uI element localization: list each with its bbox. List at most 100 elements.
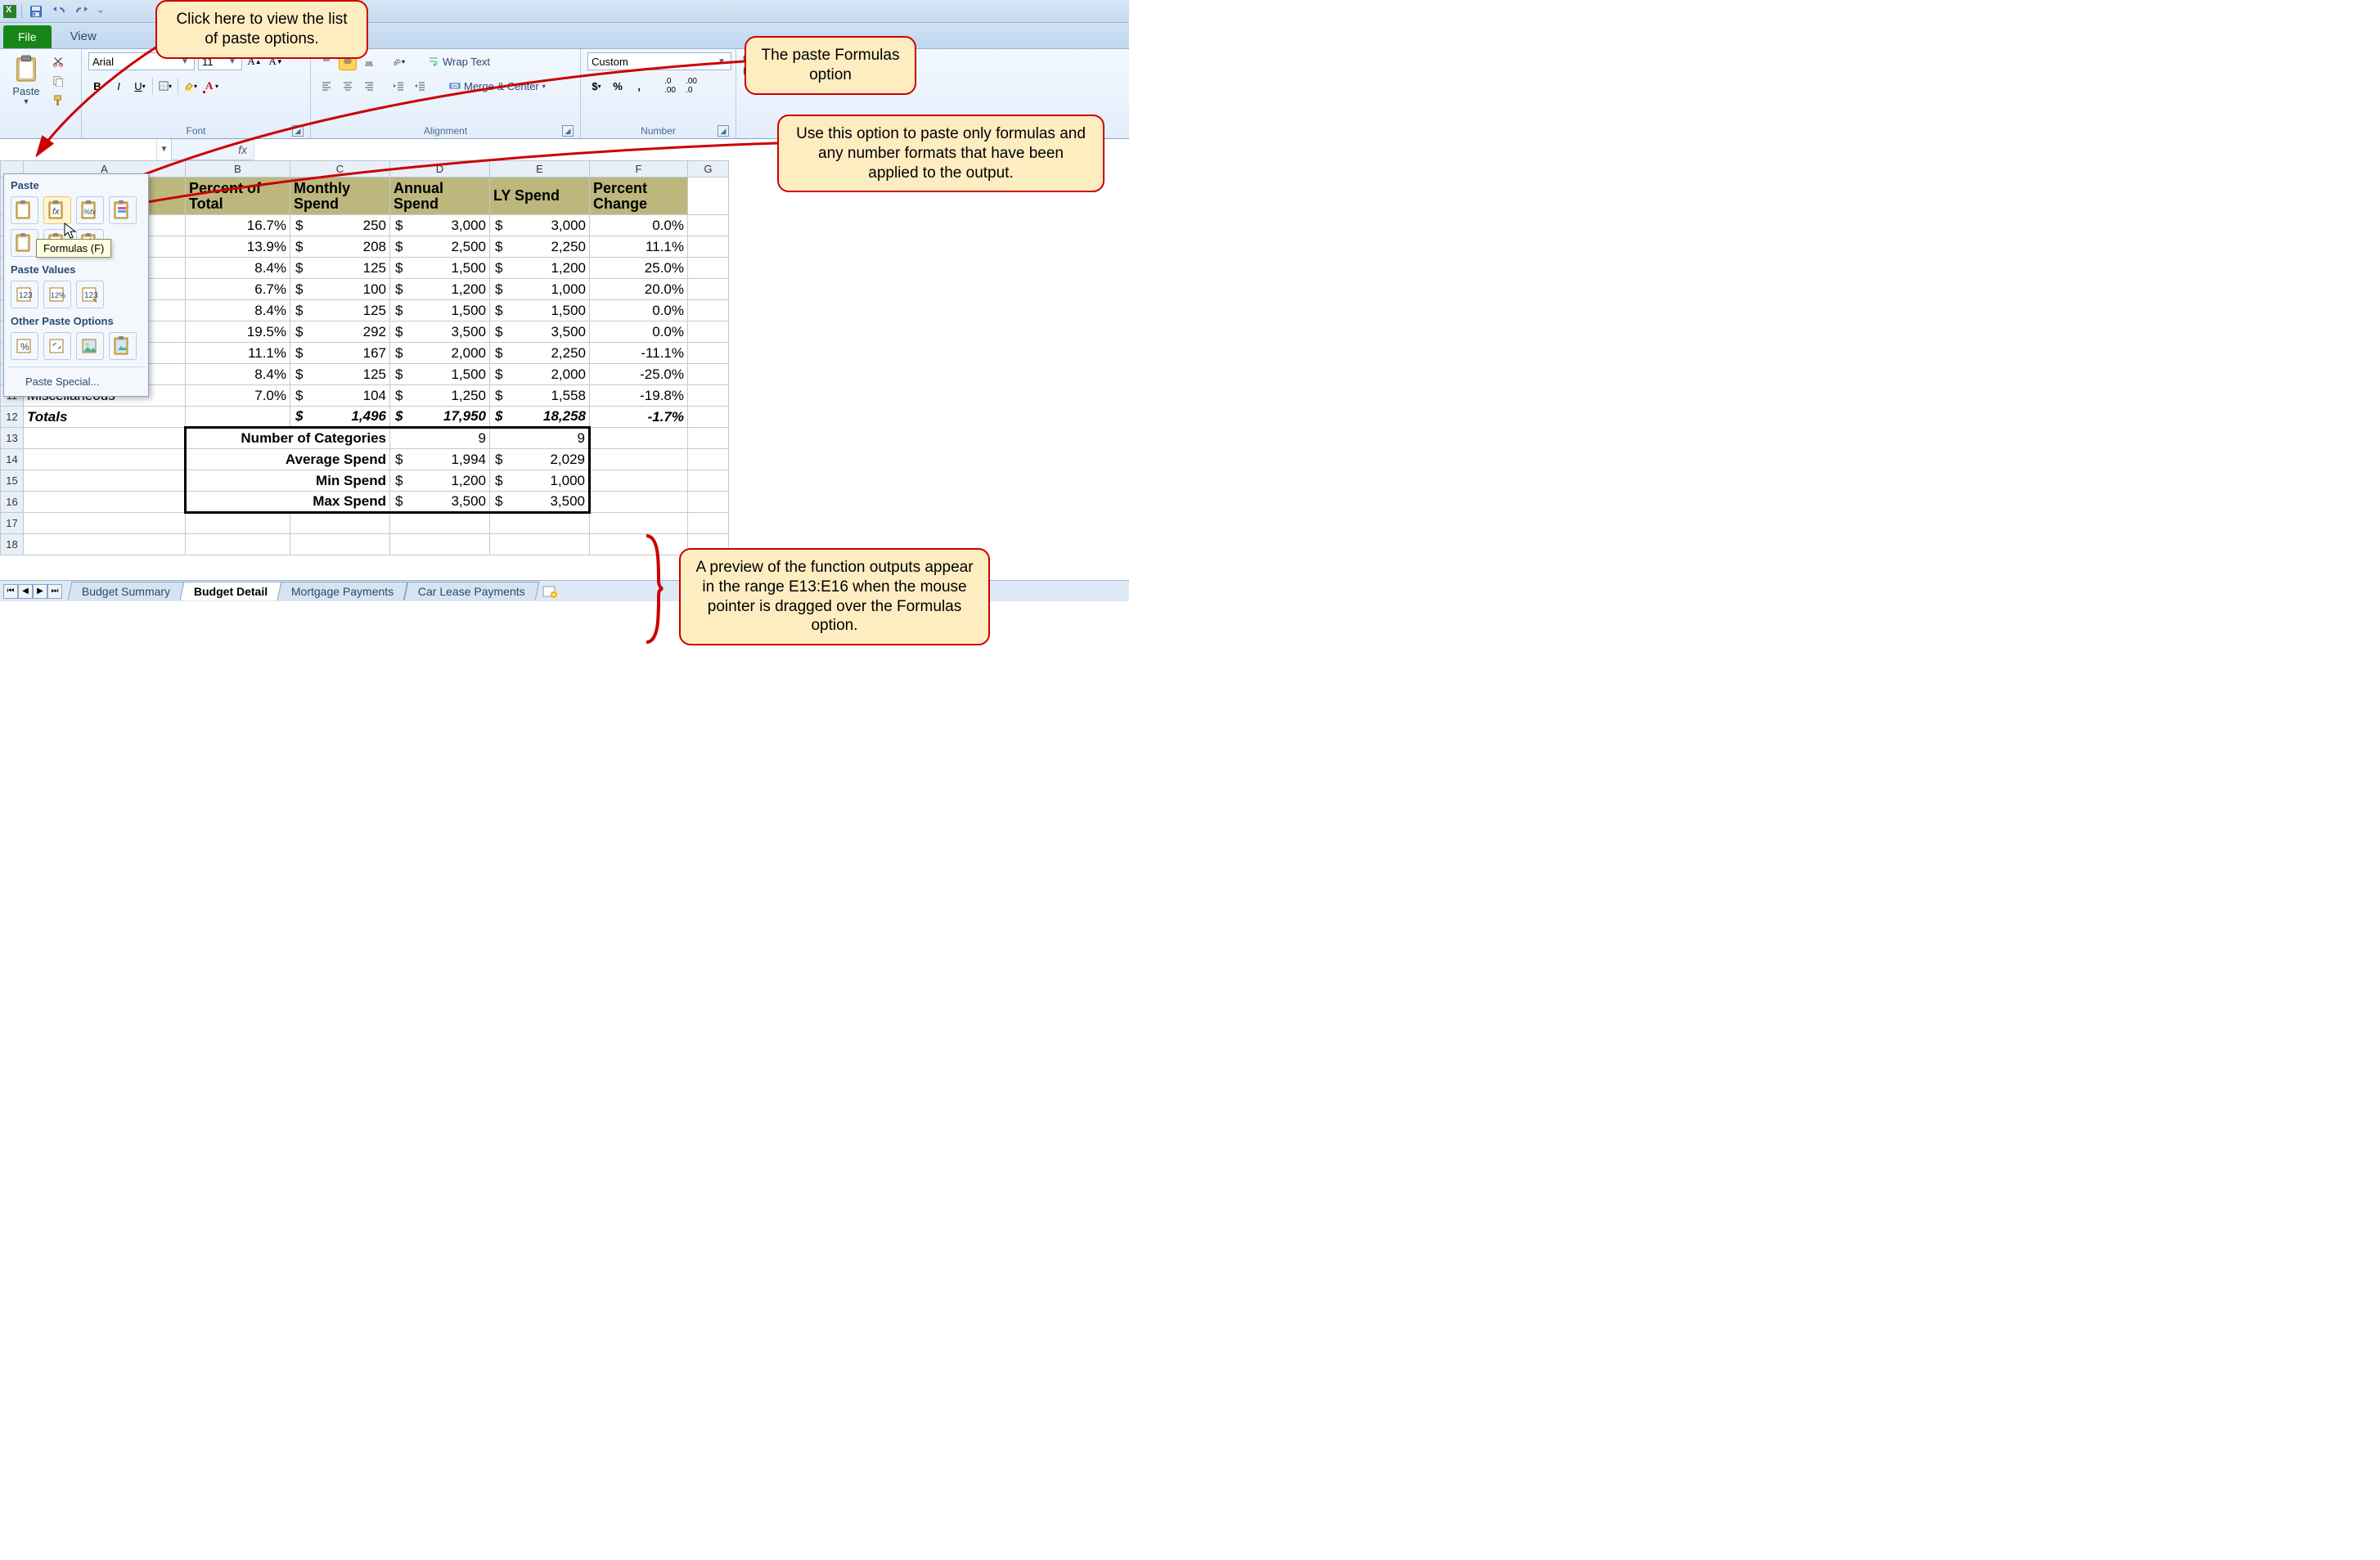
increase-decimal-icon[interactable]: .0.00 — [661, 77, 679, 95]
col-header-F[interactable]: F — [590, 161, 688, 178]
qat-customize-icon[interactable] — [96, 2, 106, 20]
callout-number-formats: Use this option to paste only formulas a… — [777, 115, 1105, 192]
italic-button[interactable]: I — [110, 77, 128, 95]
align-center-icon[interactable] — [339, 77, 357, 95]
paste-values-source-formatting-option[interactable]: 123 — [76, 281, 104, 308]
paste-values-section-title: Paste Values — [7, 262, 145, 279]
callout-formulas-option: The paste Formulas option — [745, 36, 916, 95]
col-header-G[interactable]: G — [688, 161, 729, 178]
group-number: ▼ $▾ % , .0.00 .00.0 Number ◢ — [581, 49, 736, 138]
decrease-indent-icon[interactable] — [389, 77, 407, 95]
wrap-text-button[interactable]: Wrap Text — [422, 52, 496, 70]
new-sheet-icon[interactable] — [542, 584, 560, 599]
sheet-nav-prev[interactable]: ◀ — [18, 584, 33, 599]
paste-formatting-option[interactable]: % — [11, 332, 38, 360]
orientation-icon[interactable]: ab▾ — [389, 52, 407, 70]
svg-text:%fx: %fx — [83, 208, 97, 216]
paste-no-borders-option[interactable] — [11, 229, 38, 257]
svg-text:123: 123 — [84, 291, 98, 300]
percent-format-icon[interactable]: % — [609, 77, 627, 95]
paste-options-menu: Paste fx %fx Paste Values 123 12% — [3, 173, 149, 397]
number-launcher[interactable]: ◢ — [718, 125, 729, 137]
borders-icon[interactable]: ▾ — [156, 77, 174, 95]
save-icon[interactable] — [27, 2, 45, 20]
sheet-tab-budget-detail[interactable]: Budget Detail — [180, 582, 282, 600]
row-header-12[interactable]: 12 — [1, 407, 24, 428]
paste-section-title: Paste — [7, 178, 145, 195]
callout-paste-dropdown: Click here to view the list of paste opt… — [155, 0, 368, 59]
redo-icon[interactable] — [73, 2, 91, 20]
sheet-nav-next[interactable]: ▶ — [33, 584, 47, 599]
copy-icon[interactable] — [49, 72, 67, 90]
paste-link-option[interactable] — [43, 332, 71, 360]
paste-button[interactable]: Paste ▼ — [7, 52, 46, 106]
underline-button[interactable]: U▾ — [131, 77, 149, 95]
fill-color-icon[interactable]: ▾ — [182, 77, 200, 95]
group-alignment: ab▾ Wrap Text Merge & Center▾ — [311, 49, 581, 138]
number-format-dropdown[interactable]: ▼ — [587, 52, 731, 70]
paste-formulas-option[interactable]: fx — [43, 196, 71, 224]
comma-format-icon[interactable]: , — [630, 77, 648, 95]
paste-values-option[interactable]: 123 — [11, 281, 38, 308]
accounting-format-icon[interactable]: $▾ — [587, 77, 605, 95]
excel-icon — [3, 5, 16, 18]
callout-preview: A preview of the function outputs appear… — [679, 548, 990, 645]
font-launcher[interactable]: ◢ — [292, 125, 304, 137]
format-painter-icon[interactable] — [49, 92, 67, 110]
paste-label: Paste — [12, 85, 39, 97]
paste-keep-source-formatting-option[interactable] — [109, 196, 137, 224]
col-header-C[interactable]: C — [290, 161, 390, 178]
group-font: ▼ ▼ A▲ A▼ B I U▾ ▾ ▾ — [82, 49, 311, 138]
group-label-number: Number ◢ — [587, 124, 729, 138]
paste-dropdown-caret[interactable]: ▼ — [23, 97, 30, 106]
bold-button[interactable]: B — [88, 77, 106, 95]
clipboard-icon — [14, 55, 38, 83]
row-header-14[interactable]: 14 — [1, 449, 24, 470]
ribbon-tab-view[interactable]: View — [56, 24, 153, 48]
namebox-caret[interactable]: ▼ — [156, 139, 171, 160]
paste-formulas-number-formatting-option[interactable]: %fx — [76, 196, 104, 224]
file-tab[interactable]: File — [3, 25, 52, 48]
decrease-decimal-icon[interactable]: .00.0 — [682, 77, 700, 95]
group-clipboard: Paste ▼ Clipboard ◢ — [0, 49, 82, 138]
other-paste-section-title: Other Paste Options — [7, 313, 145, 330]
svg-text:fx: fx — [52, 207, 60, 217]
paste-special-menuitem[interactable]: Paste Special... — [7, 369, 145, 396]
paste-formulas-tooltip: Formulas (F) — [36, 239, 111, 258]
sheet-tab-budget-summary[interactable]: Budget Summary — [68, 582, 185, 600]
increase-indent-icon[interactable] — [411, 77, 429, 95]
align-left-icon[interactable] — [317, 77, 335, 95]
sheet-tab-car-lease-payments[interactable]: Car Lease Payments — [403, 582, 539, 600]
cut-icon[interactable] — [49, 52, 67, 70]
svg-text:123: 123 — [19, 291, 33, 300]
undo-icon[interactable] — [50, 2, 68, 20]
row-header-13[interactable]: 13 — [1, 428, 24, 449]
number-format-input[interactable] — [588, 53, 716, 70]
row-header-17[interactable]: 17 — [1, 513, 24, 534]
separator — [21, 4, 22, 19]
paste-linked-picture-option[interactable] — [109, 332, 137, 360]
svg-text:ab: ab — [392, 56, 402, 67]
group-label-font: Font ◢ — [88, 124, 304, 138]
fx-icon[interactable]: fx — [172, 143, 254, 156]
chevron-down-icon[interactable]: ▼ — [716, 57, 727, 66]
row-header-16[interactable]: 16 — [1, 492, 24, 513]
row-header-15[interactable]: 15 — [1, 470, 24, 492]
name-box[interactable]: ▼ — [151, 139, 172, 160]
sheet-tab-mortgage-payments[interactable]: Mortgage Payments — [277, 582, 408, 600]
paste-all-option[interactable] — [11, 196, 38, 224]
paste-values-number-formatting-option[interactable]: 12% — [43, 281, 71, 308]
font-color-icon[interactable]: A ▾ — [203, 77, 221, 95]
row-header-18[interactable]: 18 — [1, 534, 24, 555]
sheet-nav-first[interactable]: ⏮ — [3, 584, 18, 599]
sheet-nav-last[interactable]: ⏭ — [47, 584, 62, 599]
alignment-launcher[interactable]: ◢ — [562, 125, 574, 137]
col-header-D[interactable]: D — [390, 161, 490, 178]
col-header-B[interactable]: B — [186, 161, 290, 178]
svg-text:12%: 12% — [51, 291, 65, 299]
merge-center-button[interactable]: Merge & Center▾ — [443, 77, 551, 95]
paste-picture-option[interactable] — [76, 332, 104, 360]
svg-text:%: % — [20, 341, 29, 353]
align-right-icon[interactable] — [360, 77, 378, 95]
col-header-E[interactable]: E — [490, 161, 590, 178]
